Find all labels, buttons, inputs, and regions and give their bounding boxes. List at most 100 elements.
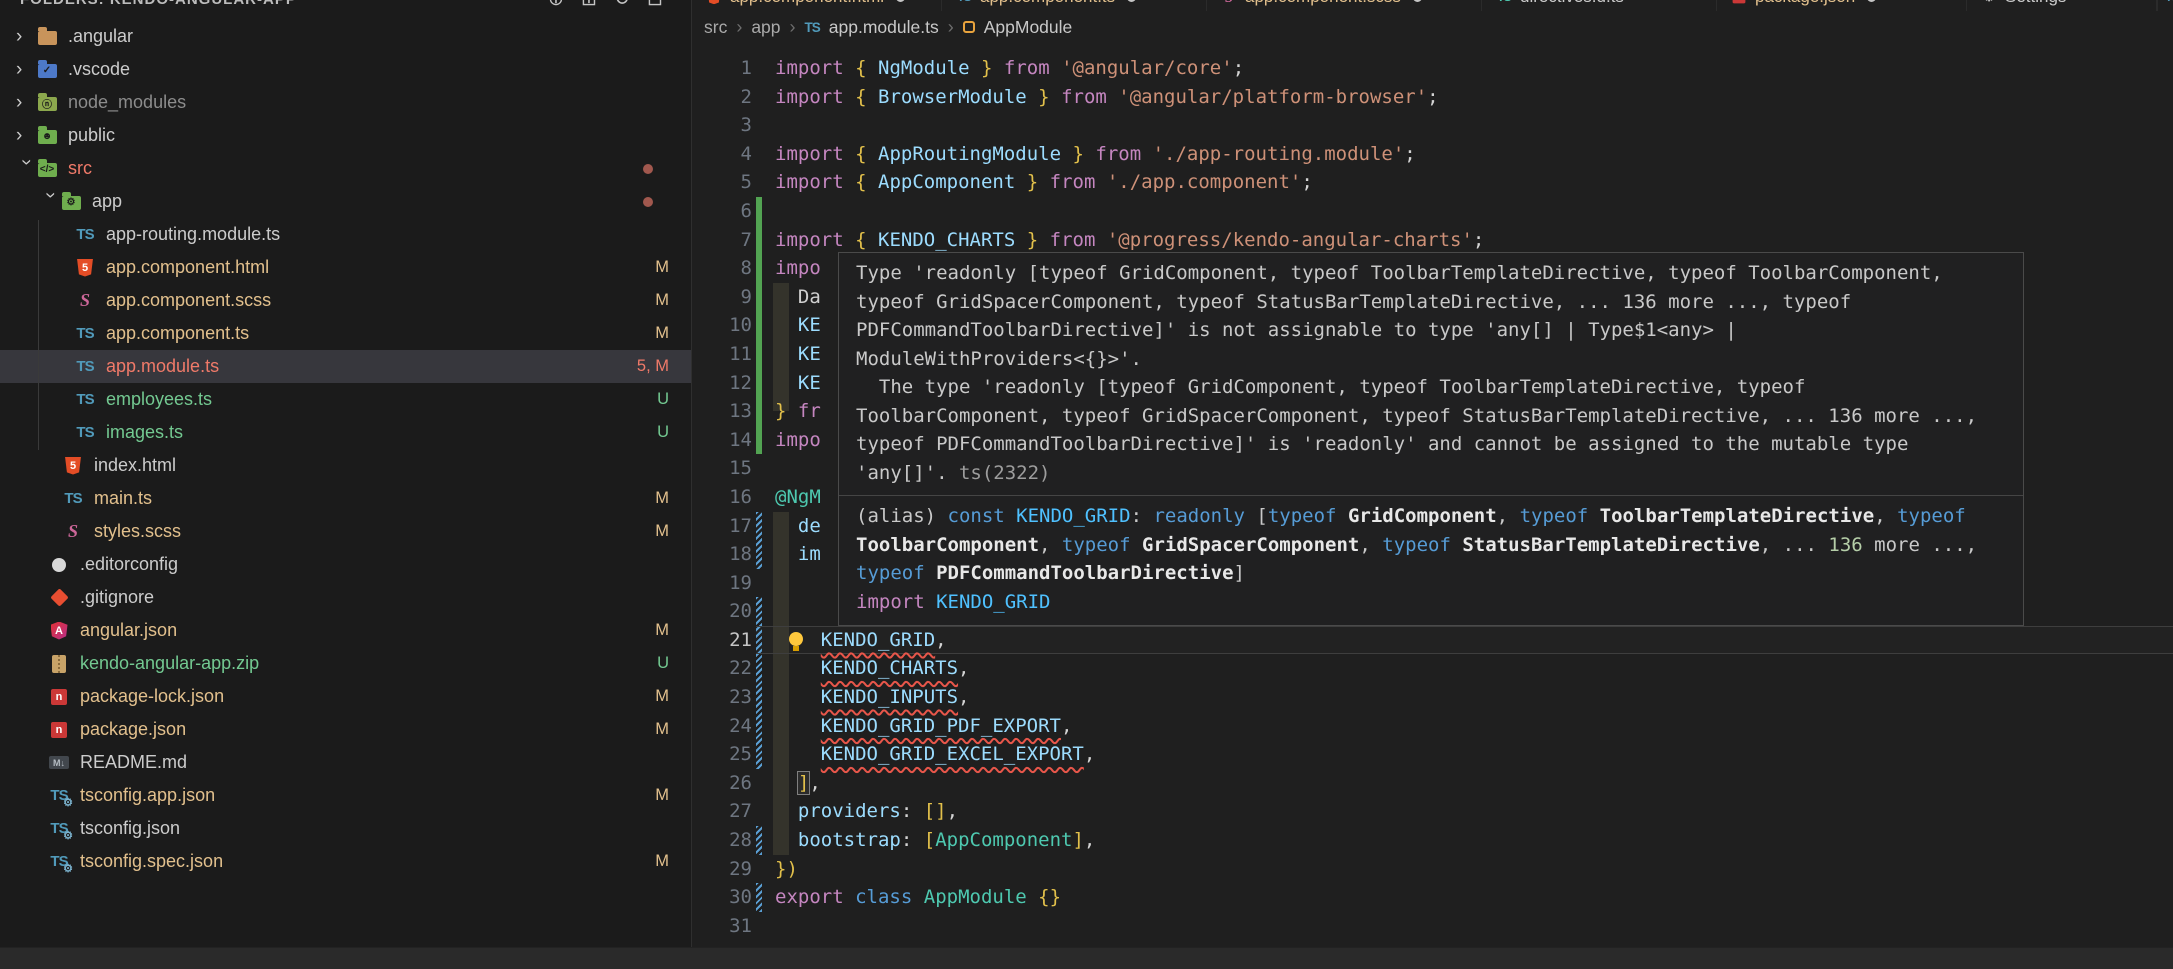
tab-label: Settings [2005, 0, 2066, 7]
file-row[interactable]: TSapp.module.ts5, M [0, 350, 691, 383]
tsconfig-icon: TS⚙ [48, 818, 70, 840]
line-number: 7 [692, 226, 752, 255]
collapse-all-icon[interactable]: ⊟ [645, 0, 665, 11]
file-label: kendo-angular-app.zip [80, 653, 259, 674]
code-text: @NgM [775, 483, 821, 512]
file-row[interactable]: TSmain.tsM [0, 482, 691, 515]
code-line[interactable]: 29}) [692, 855, 2173, 884]
folder-row[interactable]: ›</>src [0, 152, 691, 185]
file-label: app.component.scss [106, 290, 271, 311]
file-row[interactable]: .editorconfig [0, 548, 691, 581]
file-row[interactable]: Sapp.component.scssM [0, 284, 691, 317]
git-status-badge: M [655, 786, 669, 805]
file-row[interactable]: npackage-lock.jsonM [0, 680, 691, 713]
code-line[interactable]: 7 import { KENDO_CHARTS } from '@progress… [692, 226, 2173, 255]
file-row[interactable]: TS⚙tsconfig.spec.jsonM [0, 845, 691, 878]
new-file-icon[interactable]: ⊕ [546, 0, 566, 11]
tab-app.component.scss[interactable]: Sapp.component.scss [1207, 0, 1482, 11]
file-row[interactable]: TS⚙tsconfig.json [0, 812, 691, 845]
code-line[interactable]: 24 KENDO_GRID_PDF_EXPORT, [692, 712, 2173, 741]
editorconfig-icon [52, 558, 66, 572]
tab-app.component.html[interactable]: 5app.component.html [692, 0, 942, 11]
folder-vscode-icon: ✓ [36, 59, 58, 81]
code-line[interactable]: 27 providers: [], [692, 797, 2173, 826]
tab-package.json[interactable]: npackage.json [1717, 0, 1967, 11]
tab-directives.d.ts[interactable]: TSdirectives.d.ts [1482, 0, 1717, 11]
code-line[interactable]: 1import { NgModule } from '@angular/core… [692, 54, 2173, 83]
ts-icon: TS [805, 20, 820, 35]
ts-icon: TS [74, 224, 96, 246]
file-label: .angular [68, 26, 133, 47]
file-row[interactable]: TSapp-routing.module.ts [0, 218, 691, 251]
breadcrumb-item[interactable]: app [751, 17, 780, 38]
file-row[interactable]: TS⚙tsconfig.app.jsonM [0, 779, 691, 812]
npm-icon: n [51, 689, 67, 705]
code-text: import { AppComponent } from './app.comp… [775, 168, 1313, 197]
code-line[interactable]: 23 KENDO_INPUTS, [692, 683, 2173, 712]
ts-letters-icon: TS [76, 325, 93, 342]
folder-row[interactable]: ›✓.vscode [0, 53, 691, 86]
folder-shape-icon [38, 31, 57, 45]
code-line[interactable]: 3 [692, 111, 2173, 140]
refresh-icon[interactable]: ↻ [612, 0, 632, 11]
git-status-badge: M [655, 489, 669, 508]
new-folder-icon[interactable]: ⊞ [579, 0, 599, 11]
code-line[interactable]: 28 bootstrap: [AppComponent], [692, 826, 2173, 855]
tooltip-error-line: typeof GridSpacerComponent, typeof Statu… [856, 288, 2006, 317]
file-row[interactable]: .gitignore [0, 581, 691, 614]
tab-app[interactable]: TSapp [2157, 0, 2173, 11]
file-label: angular.json [80, 620, 177, 641]
code-line[interactable]: 30export class AppModule {} [692, 883, 2173, 912]
code-line[interactable]: 2import { BrowserModule } from '@angular… [692, 83, 2173, 112]
code-line[interactable]: 22 KENDO_CHARTS, [692, 654, 2173, 683]
breadcrumb-item[interactable]: app.module.ts [829, 17, 939, 38]
gear-icon: ⚙ [1983, 0, 1996, 3]
tab-Settings[interactable]: ⚙ Settings [1967, 0, 2157, 11]
code-text: bootstrap: [AppComponent], [775, 826, 1095, 855]
ts-icon: TS [74, 422, 96, 444]
code-line[interactable]: 4import { AppRoutingModule } from './app… [692, 140, 2173, 169]
folder-row[interactable]: ›☻public [0, 119, 691, 152]
code-line[interactable]: 25 KENDO_GRID_EXCEL_EXPORT, [692, 740, 2173, 769]
code-line[interactable]: 6 [692, 197, 2173, 226]
line-number: 2 [692, 83, 752, 112]
file-row[interactable]: TSapp.component.tsM [0, 317, 691, 350]
file-row[interactable]: M↓README.md [0, 746, 691, 779]
tree-indent-guide [38, 220, 39, 450]
tab-app.component.ts[interactable]: TSapp.component.ts [942, 0, 1207, 11]
chevron-right-icon: › [16, 26, 36, 48]
code-text: Da [775, 283, 821, 312]
file-row[interactable]: TSemployees.tsU [0, 383, 691, 416]
folder-row[interactable]: ›⚙app [0, 185, 691, 218]
breadcrumb-item[interactable]: AppModule [984, 17, 1073, 38]
file-label: tsconfig.app.json [80, 785, 215, 806]
code-line[interactable]: 26 ], [692, 769, 2173, 798]
folder-row[interactable]: ›ⓝnode_modules [0, 86, 691, 119]
code-line[interactable]: 31 [692, 912, 2173, 941]
line-number: 11 [692, 340, 752, 369]
file-row[interactable]: 5index.html [0, 449, 691, 482]
code-line[interactable]: 21 KENDO_GRID, [692, 626, 2173, 655]
quick-fix-lightbulb-icon[interactable] [789, 632, 803, 646]
file-row[interactable]: TSimages.tsU [0, 416, 691, 449]
file-row[interactable]: 5app.component.htmlM [0, 251, 691, 284]
file-label: package.json [80, 719, 186, 740]
line-number: 1 [692, 54, 752, 83]
code-line[interactable]: 5 import { AppComponent } from './app.com… [692, 168, 2173, 197]
line-number: 5 [692, 168, 752, 197]
code-text: import { KENDO_CHARTS } from '@progress/… [775, 226, 1484, 255]
line-number: 16 [692, 483, 752, 512]
file-row[interactable]: npackage.jsonM [0, 713, 691, 746]
file-row[interactable]: Aangular.jsonM [0, 614, 691, 647]
tab-content: ⚙ Settings [1981, 0, 2066, 10]
file-row[interactable]: kendo-angular-app.zipU [0, 647, 691, 680]
file-label: node_modules [68, 92, 186, 113]
tooltip-alias-line: ToolbarComponent, typeof GridSpacerCompo… [856, 531, 2006, 560]
gear-icon: ⚙ [63, 829, 73, 842]
file-label: tsconfig.spec.json [80, 851, 223, 872]
file-row[interactable]: Sstyles.scssM [0, 515, 691, 548]
folder-row[interactable]: › .angular [0, 20, 691, 53]
breadcrumb-item[interactable]: src [704, 17, 727, 38]
gear-icon: ⚙ [1983, 0, 1994, 5]
npm-icon: n [48, 719, 70, 741]
